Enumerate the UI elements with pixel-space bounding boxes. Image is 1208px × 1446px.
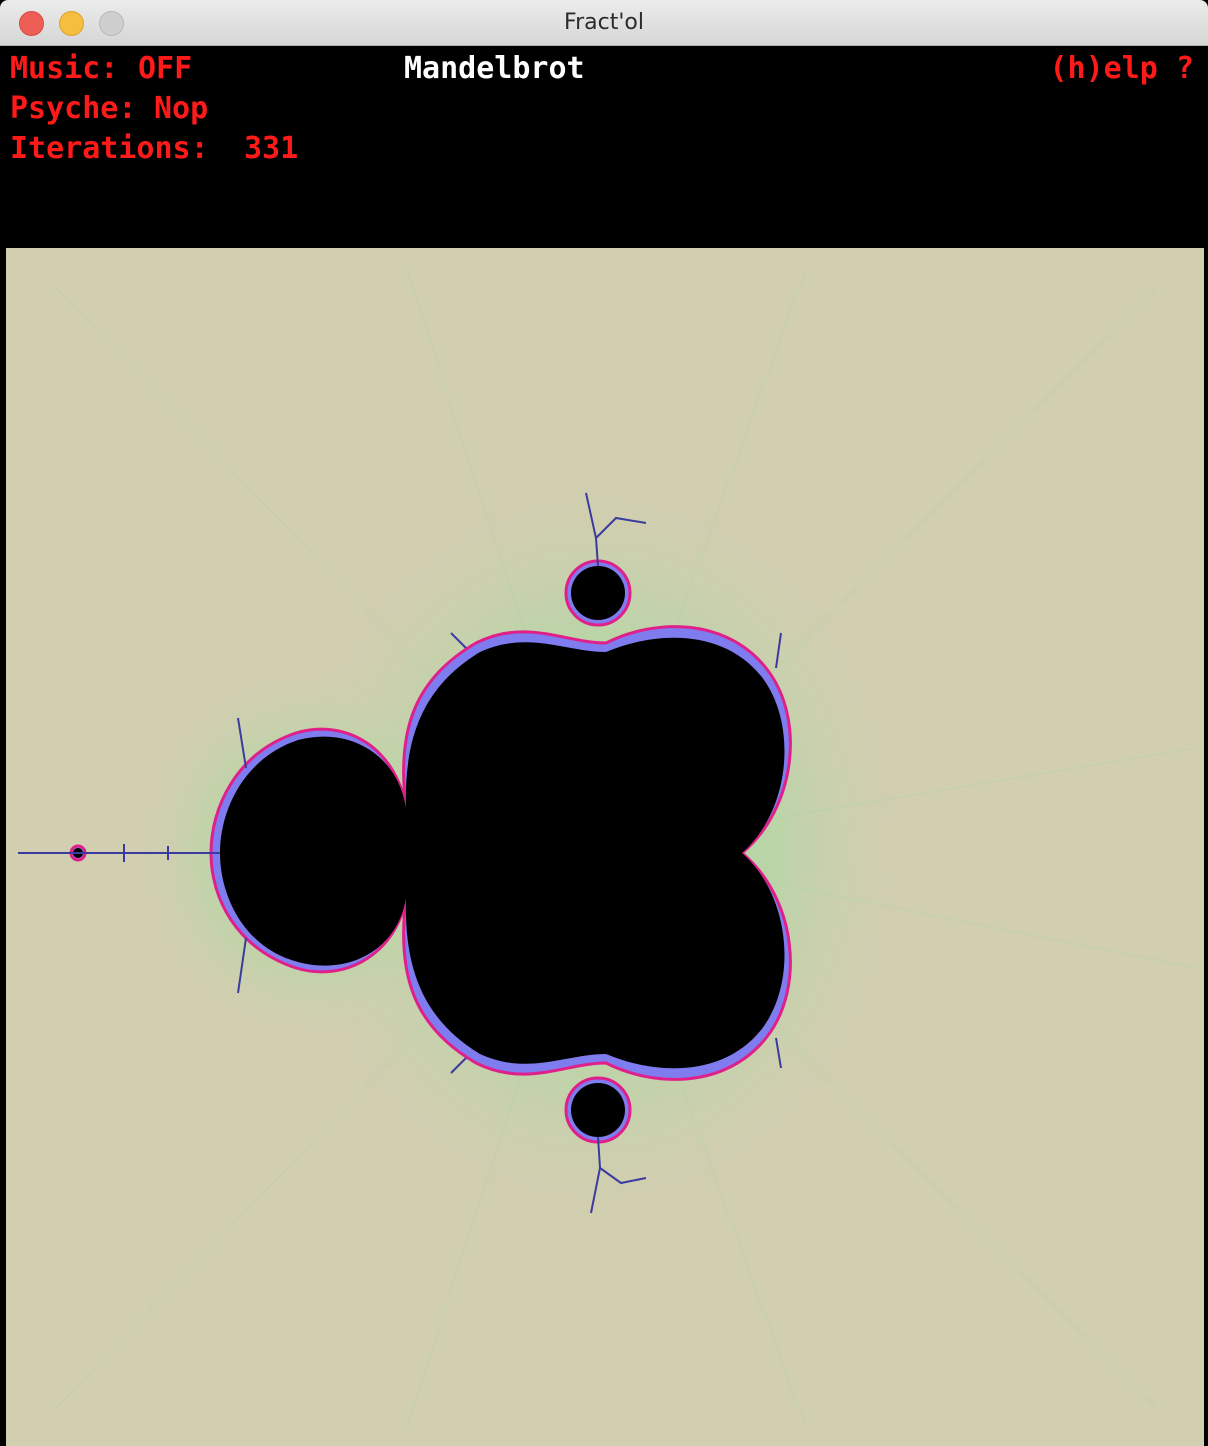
psyche-value: Nop — [154, 91, 209, 126]
music-value: OFF — [138, 51, 193, 86]
hud-panel: Music: OFF Psyche: Nop Iterations: 331 M… — [6, 46, 1204, 248]
title-bar[interactable]: Fract'ol — [0, 0, 1208, 46]
mandelbrot-render[interactable] — [6, 248, 1204, 1446]
fractal-canvas[interactable] — [6, 248, 1204, 1446]
iterations-value: 331 — [244, 131, 299, 166]
app-window: Fract'ol Music: OFF Psyche: Nop Iteratio… — [0, 0, 1208, 1446]
iterations-label: Iterations: — [10, 131, 209, 166]
help-hint[interactable]: (h)elp ? — [1050, 49, 1195, 89]
window-title: Fract'ol — [564, 10, 644, 35]
fractal-name: Mandelbrot — [404, 51, 585, 86]
music-label: Music: — [10, 51, 119, 86]
psyche-label: Psyche: — [10, 91, 137, 126]
